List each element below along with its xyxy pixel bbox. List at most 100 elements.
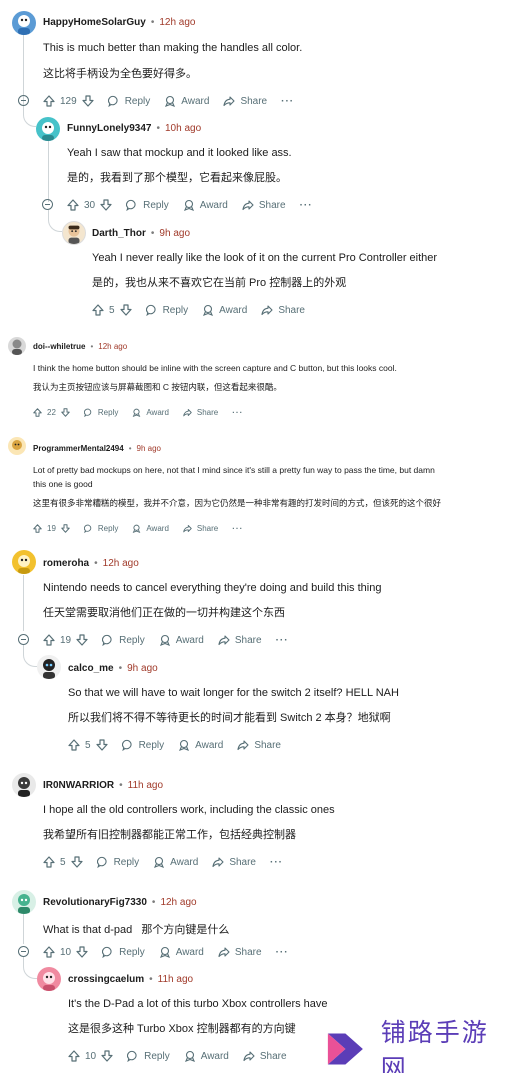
arrow-up-icon[interactable] — [67, 199, 79, 211]
arrow-up-icon[interactable] — [68, 1050, 80, 1062]
award-button[interactable]: Award — [202, 304, 247, 316]
avatar[interactable] — [12, 773, 36, 797]
arrow-down-icon[interactable] — [76, 946, 88, 958]
avatar[interactable] — [12, 550, 36, 574]
award-button[interactable]: Award — [159, 946, 204, 958]
arrow-down-icon[interactable] — [82, 95, 94, 107]
share-button[interactable]: Share — [212, 856, 256, 868]
avatar[interactable] — [62, 221, 86, 245]
share-button[interactable]: Share — [242, 199, 286, 211]
reply-button[interactable]: Reply — [102, 634, 145, 646]
vote-count: 22 — [47, 407, 56, 417]
award-button[interactable]: Award — [132, 408, 169, 417]
share-button[interactable]: Share — [223, 95, 267, 107]
share-button[interactable]: Share — [237, 739, 281, 751]
username[interactable]: crossingcaelum — [68, 974, 144, 985]
collapse-button[interactable] — [18, 95, 29, 106]
arrow-down-icon[interactable] — [101, 1050, 113, 1062]
more-options-button[interactable]: ··· — [232, 524, 243, 533]
arrow-down-icon[interactable] — [95, 739, 108, 751]
username[interactable]: IR0NWARRIOR — [43, 780, 114, 791]
comment-text: Lot of pretty bad mockups on here, not t… — [33, 465, 435, 475]
arrow-up-icon[interactable] — [43, 95, 55, 107]
comment-text: I hope all the old controllers work, inc… — [43, 804, 335, 816]
award-button[interactable]: Award — [184, 1050, 229, 1062]
avatar[interactable] — [12, 11, 36, 35]
award-button[interactable]: Award — [164, 95, 209, 107]
arrow-up-icon[interactable] — [92, 304, 104, 316]
reply-button[interactable]: Reply — [83, 524, 118, 533]
share-button[interactable]: Share — [218, 634, 262, 646]
username[interactable]: romeroha — [43, 558, 89, 569]
watermark: 铺路手游网 — [316, 1018, 512, 1073]
comment-text-line2: this one is good — [33, 479, 93, 489]
share-button[interactable]: Share — [183, 524, 218, 533]
more-options-button[interactable]: ··· — [270, 857, 283, 868]
action-bar: 30 Reply Award Share ··· — [67, 197, 327, 213]
arrow-down-icon[interactable] — [100, 199, 112, 211]
comment-bubble-icon — [127, 1050, 137, 1062]
share-button[interactable]: Share — [183, 408, 218, 417]
username[interactable]: Darth_Thor — [92, 228, 146, 239]
award-icon — [184, 1050, 195, 1062]
share-button[interactable]: Share — [218, 946, 262, 958]
arrow-up-icon[interactable] — [43, 856, 55, 868]
avatar[interactable] — [37, 967, 61, 991]
arrow-up-icon[interactable] — [68, 739, 80, 751]
comment-bubble-icon — [96, 856, 107, 868]
vote-count: 5 — [109, 304, 115, 316]
thread-line — [23, 575, 24, 631]
collapse-button[interactable] — [18, 946, 29, 957]
reply-button[interactable]: Reply — [96, 856, 139, 868]
reply-button[interactable]: Reply — [102, 946, 145, 958]
avatar[interactable] — [8, 437, 26, 455]
username[interactable]: RevolutionaryFig7330 — [43, 897, 147, 908]
username[interactable]: FunnyLonely9347 — [67, 123, 151, 134]
vote-group: 10 — [68, 1050, 113, 1062]
share-button[interactable]: Share — [243, 1050, 287, 1062]
avatar[interactable] — [37, 655, 61, 679]
reply-button[interactable]: Reply — [127, 1050, 170, 1062]
reply-button[interactable]: Reply — [126, 199, 169, 211]
share-arrow-icon — [183, 524, 192, 532]
reply-button[interactable]: Reply — [145, 304, 188, 316]
timestamp: 11h ago — [127, 780, 164, 791]
vote-group: 5 — [92, 304, 132, 316]
arrow-up-icon[interactable] — [43, 634, 55, 646]
avatar[interactable] — [36, 117, 60, 141]
arrow-down-icon[interactable] — [61, 407, 70, 417]
more-options-button[interactable]: ··· — [276, 947, 289, 958]
comment-text-translation: 所以我们将不得不等待更长的时间才能看到 Switch 2 本身？地狱啊 — [68, 712, 391, 724]
award-button[interactable]: Award — [159, 634, 204, 646]
award-button[interactable]: Award — [178, 739, 223, 751]
arrow-down-icon[interactable] — [61, 523, 70, 533]
arrow-down-icon[interactable] — [76, 634, 88, 646]
reply-button[interactable]: Reply — [83, 408, 118, 417]
username[interactable]: ProgrammerMental2494 — [33, 444, 124, 453]
username[interactable]: HappyHomeSolarGuy — [43, 17, 146, 28]
username[interactable]: calco_me — [68, 663, 114, 674]
more-options-button[interactable]: ··· — [300, 200, 313, 211]
collapse-button[interactable] — [42, 199, 53, 210]
award-button[interactable]: Award — [183, 199, 228, 211]
arrow-up-icon[interactable] — [33, 407, 42, 417]
award-button[interactable]: Award — [132, 524, 169, 533]
more-options-button[interactable]: ··· — [232, 408, 243, 417]
comment-bubble-icon — [107, 95, 118, 107]
more-options-button[interactable]: ··· — [281, 96, 294, 107]
comment-text-translation: 我认为主页按钮应该与屏幕截图和 C 按钮内联，但这看起来很酷。 — [33, 382, 282, 392]
share-button[interactable]: Share — [261, 304, 305, 316]
reply-button[interactable]: Reply — [121, 739, 164, 751]
avatar[interactable] — [8, 337, 26, 355]
arrow-down-icon[interactable] — [119, 304, 132, 316]
collapse-button[interactable] — [18, 634, 29, 645]
avatar[interactable] — [12, 890, 36, 914]
timestamp: 12h ago — [98, 342, 128, 351]
username[interactable]: doi--whiletrue — [33, 342, 85, 351]
arrow-down-icon[interactable] — [70, 856, 83, 868]
reply-button[interactable]: Reply — [107, 95, 150, 107]
arrow-up-icon[interactable] — [33, 523, 42, 533]
award-button[interactable]: Award — [153, 856, 198, 868]
more-options-button[interactable]: ··· — [276, 635, 289, 646]
arrow-up-icon[interactable] — [43, 946, 55, 958]
